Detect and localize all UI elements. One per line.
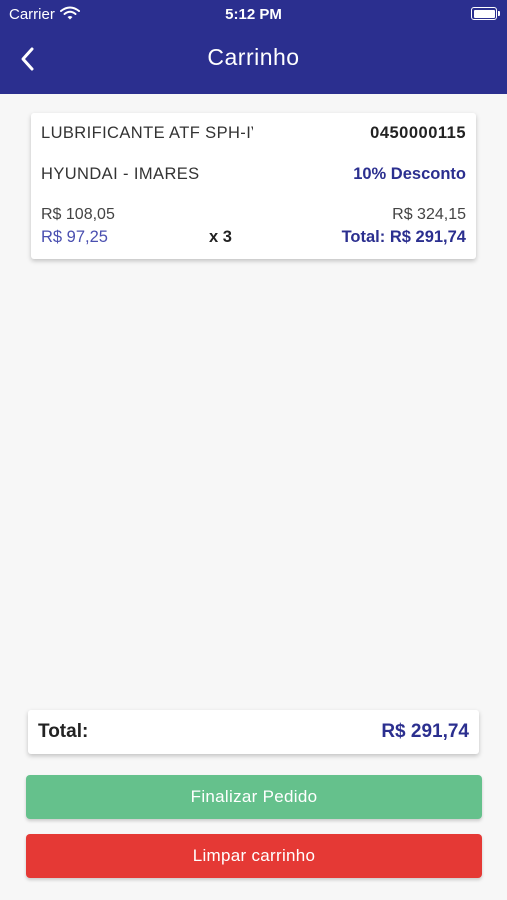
product-name: LUBRIFICANTE ATF SPH-IV (41, 124, 253, 142)
cart-total-bar: Total: R$ 291,74 (28, 710, 479, 754)
product-brand: HYUNDAI - IMARES (41, 165, 200, 183)
total-label: Total: (38, 721, 89, 742)
finish-order-button[interactable]: Finalizar Pedido (26, 775, 482, 819)
page-title: Carrinho (207, 44, 300, 70)
navigation-header: Carrier 5:12 PM Carrinho (0, 0, 507, 94)
total-value: R$ 291,74 (381, 721, 469, 742)
clear-cart-button[interactable]: Limpar carrinho (26, 834, 482, 878)
status-bar: Carrier 5:12 PM (0, 0, 507, 28)
subtotal-original: R$ 324,15 (392, 206, 466, 223)
cart-item-card[interactable]: LUBRIFICANTE ATF SPH-IV 0450000115 HYUND… (31, 113, 476, 259)
discount-badge: 10% Desconto (353, 165, 466, 183)
item-total: Total: R$ 291,74 (341, 228, 466, 246)
unit-price-discounted: R$ 97,25 (41, 228, 108, 246)
battery-icon (471, 7, 500, 20)
unit-price-original: R$ 108,05 (41, 206, 115, 223)
status-time: 5:12 PM (225, 6, 282, 23)
item-quantity: x 3 (209, 228, 232, 246)
product-code: 0450000115 (370, 124, 466, 142)
